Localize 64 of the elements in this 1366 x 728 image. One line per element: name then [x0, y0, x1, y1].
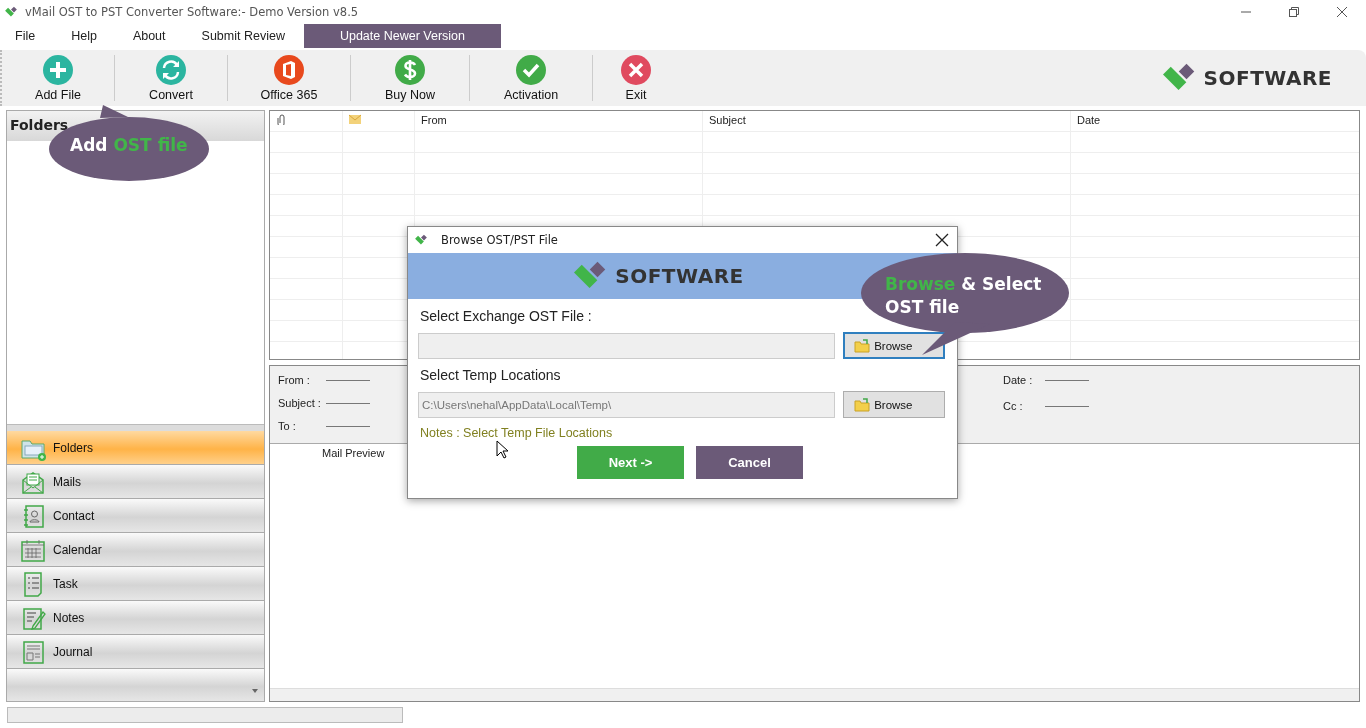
- callout-text: Browse & Select OST file: [885, 273, 1043, 319]
- nav-item[interactable]: Mails: [7, 465, 264, 499]
- column-header[interactable]: From: [415, 111, 703, 132]
- menu-item[interactable]: File: [4, 24, 47, 48]
- browse-button[interactable]: Browse: [843, 332, 945, 359]
- preview-tab[interactable]: Mail Preview: [322, 447, 385, 459]
- column-header[interactable]: Subject: [703, 111, 1071, 132]
- app-logo-icon: [4, 6, 19, 18]
- nav-item[interactable]: Notes: [7, 601, 264, 635]
- toolbar-button[interactable]: Convert: [115, 53, 227, 103]
- nav-item[interactable]: Journal: [7, 635, 264, 669]
- path-field[interactable]: C:\Users\nehal\AppData\Local\Temp\: [418, 391, 836, 418]
- field-label: Date :: [1003, 374, 1034, 386]
- toolbar-button[interactable]: Office 365: [228, 53, 350, 103]
- toolbar-button[interactable]: Exit: [593, 53, 679, 103]
- nav-item[interactable]: Calendar: [7, 533, 264, 567]
- menu-item[interactable]: Update Newer Version: [303, 24, 501, 48]
- empty-value-line: [1045, 405, 1089, 407]
- logo-text: SOFTWARE: [615, 264, 744, 288]
- empty-value-line: [1045, 379, 1089, 381]
- field-label: Subject :: [278, 397, 320, 409]
- dollar-icon: [394, 54, 426, 86]
- app-logo-icon: [414, 234, 429, 246]
- restore-icon: [1288, 6, 1300, 18]
- menu-item[interactable]: Help: [60, 24, 108, 48]
- close-icon: [1336, 6, 1348, 18]
- dropdown-arrow-icon[interactable]: [252, 689, 258, 693]
- paperclip-icon[interactable]: [276, 114, 288, 125]
- empty-value-line: [326, 379, 370, 381]
- menu-item[interactable]: Submit Review: [190, 24, 296, 48]
- menu-item[interactable]: About: [121, 24, 177, 48]
- cancel-button[interactable]: Cancel: [696, 446, 803, 479]
- toolbar-button[interactable]: Buy Now: [351, 53, 469, 103]
- window-title: vMail OST to PST Converter Software:- Demo Version v8.5: [25, 5, 359, 19]
- mouse-pointer-icon: [496, 440, 508, 459]
- field-label: Select Temp Locations: [420, 367, 562, 383]
- folder-icon: [854, 397, 871, 412]
- close-icon: [935, 233, 949, 247]
- envelope-icon[interactable]: [349, 114, 361, 125]
- plus-icon: [42, 54, 74, 86]
- dialog-title: Browse OST/PST File: [441, 233, 558, 247]
- browse-button[interactable]: Browse: [843, 391, 945, 418]
- folder-icon: [854, 338, 871, 353]
- logo-text: SOFTWARE: [1203, 66, 1332, 90]
- field-label: To :: [278, 420, 297, 432]
- office-logo-icon: [273, 54, 305, 86]
- file-path-field[interactable]: [418, 332, 836, 359]
- empty-value-line: [326, 402, 370, 404]
- toolbar-button[interactable]: Add File: [2, 53, 114, 103]
- close-button[interactable]: [935, 233, 949, 247]
- column-header[interactable]: Date: [1071, 111, 1359, 132]
- empty-value-line: [326, 425, 370, 427]
- cross-icon: [620, 54, 652, 86]
- splitter-handle[interactable]: [7, 424, 264, 431]
- nav-item[interactable]: Folders: [7, 431, 264, 465]
- nav-item[interactable]: Task: [7, 567, 264, 601]
- field-label: Select Exchange OST File :: [420, 308, 593, 324]
- toolbar-button[interactable]: Activation: [470, 53, 592, 103]
- checkmark-icon: [515, 54, 547, 86]
- field-label: From :: [278, 374, 311, 386]
- note-text: Notes : Select Temp File Locations: [420, 426, 614, 440]
- nav-item[interactable]: Contact: [7, 499, 264, 533]
- refresh-icon: [155, 54, 187, 86]
- field-label: Cc :: [1003, 400, 1024, 412]
